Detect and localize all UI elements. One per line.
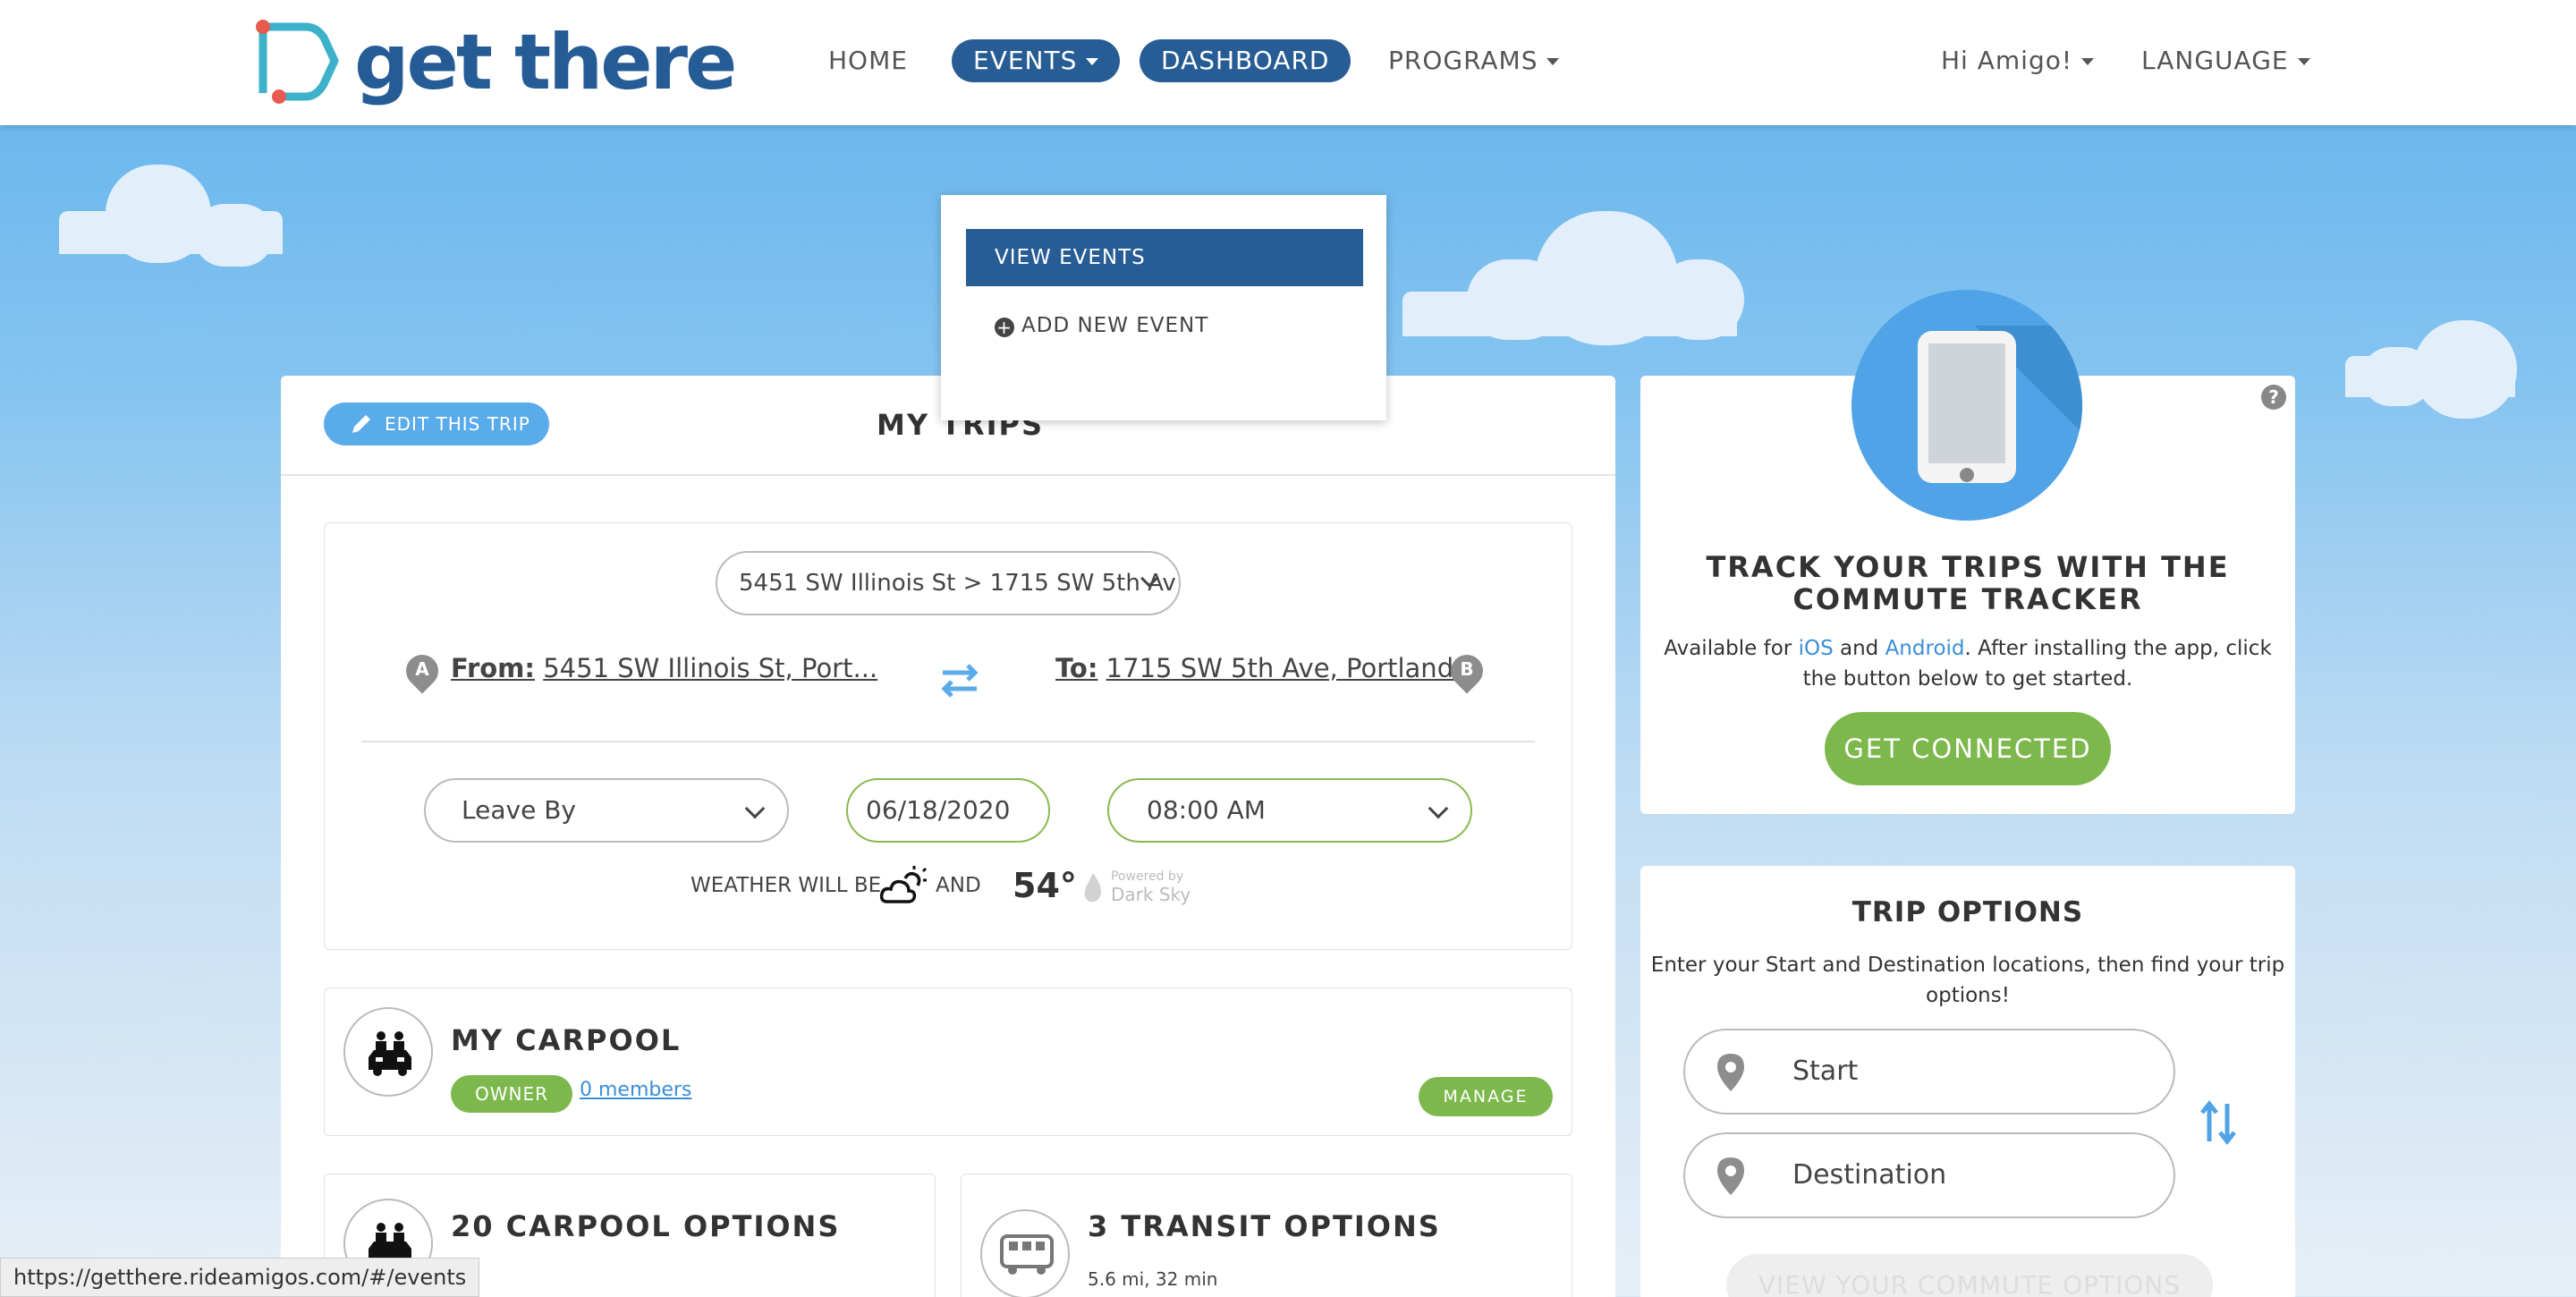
status-bar-url: https://getthere.rideamigos.com/#/events [0, 1258, 480, 1297]
view-commute-options-button[interactable]: VIEW YOUR COMMUTE OPTIONS [1726, 1254, 2213, 1297]
from-value: 5451 SW Illinois St, Port... [543, 653, 878, 683]
route-select-value: 5451 SW Illinois St > 1715 SW 5th Av [739, 570, 1176, 597]
edit-trip-label: EDIT THIS TRIP [385, 413, 530, 435]
swap-arrows-icon[interactable] [936, 657, 984, 705]
tracker-title: TRACK YOUR TRIPS WITH THE COMMUTE TRACKE… [1640, 551, 2295, 615]
dark-sky-logo-icon [1084, 873, 1101, 903]
ios-link[interactable]: iOS [1799, 637, 1834, 660]
time-select[interactable]: 08:00 AM [1107, 778, 1472, 843]
bus-icon [980, 1209, 1070, 1297]
location-pin-icon [1717, 1157, 1744, 1195]
location-pin-icon [1717, 1054, 1744, 1091]
get-connected-button[interactable]: GET CONNECTED [1825, 712, 2111, 785]
events-dropdown: VIEW EVENTS + ADD NEW EVENT [941, 195, 1386, 420]
chevron-down-icon [1428, 798, 1449, 819]
tracker-title-line1: TRACK YOUR TRIPS WITH THE [1706, 550, 2230, 584]
from-label: From: [451, 653, 535, 683]
caret-down-icon [1086, 58, 1099, 65]
destination-placeholder: Destination [1792, 1159, 1947, 1191]
partly-cloudy-icon [879, 866, 928, 903]
add-new-event-label: ADD NEW EVENT [1021, 314, 1209, 337]
pin-b-icon: B [1444, 648, 1490, 698]
nav-language[interactable]: LANGUAGE [2141, 39, 2310, 82]
nav-user-menu[interactable]: Hi Amigo! [1941, 39, 2095, 82]
menu-view-events[interactable]: VIEW EVENTS [966, 229, 1363, 286]
carpool-options-title: 20 CARPOOL OPTIONS [451, 1209, 841, 1243]
route-select[interactable]: 5451 SW Illinois St > 1715 SW 5th Av [716, 551, 1181, 615]
nav-events[interactable]: EVENTS [952, 39, 1121, 82]
my-carpool-title: MY CARPOOL [451, 1023, 682, 1057]
trip-options-title: TRIP OPTIONS [1852, 896, 2084, 928]
start-placeholder: Start [1792, 1055, 1859, 1087]
divider [281, 474, 1615, 476]
start-input[interactable]: Start [1683, 1029, 2175, 1115]
carpool-icon [343, 1007, 433, 1097]
nav-programs-label: PROGRAMS [1388, 46, 1538, 75]
nav-events-label: EVENTS [973, 46, 1078, 75]
tracker-description: Available for iOS and Android. After ins… [1664, 637, 2272, 691]
caret-down-icon [1546, 58, 1560, 65]
pin-a-icon: A [399, 648, 445, 698]
owner-badge: OWNER [451, 1075, 572, 1113]
manage-button[interactable]: MANAGE [1419, 1077, 1553, 1116]
powered-by: Powered by [1111, 869, 1184, 884]
android-link[interactable]: Android [1885, 637, 1965, 660]
edit-trip-button[interactable]: EDIT THIS TRIP [324, 403, 549, 445]
to-location[interactable]: To: 1715 SW 5th Ave, Portland... [1055, 653, 1479, 683]
destination-input[interactable]: Destination [1683, 1132, 2175, 1218]
swap-vertical-icon[interactable] [2197, 1098, 2240, 1147]
weather-prefix: WEATHER WILL BE [691, 874, 882, 897]
nav-language-label: LANGUAGE [2141, 46, 2289, 75]
divider [361, 741, 1535, 742]
brand-logo[interactable]: get there [252, 18, 737, 107]
nav-programs[interactable]: PROGRAMS [1388, 39, 1560, 82]
logo-text: get there [354, 18, 737, 107]
nav-dashboard[interactable]: DASHBOARD [1140, 39, 1352, 82]
leave-by-value: Leave By [462, 795, 576, 825]
temperature: 54° [1013, 866, 1077, 905]
pencil-icon [352, 415, 370, 433]
logo-mark-icon [256, 20, 339, 104]
help-icon[interactable]: ? [2261, 385, 2286, 410]
transit-options-title: 3 TRANSIT OPTIONS [1088, 1209, 1441, 1243]
nav-greeting: Hi Amigo! [1941, 46, 2073, 75]
my-carpool-panel [324, 988, 1572, 1136]
plus-circle-icon: + [995, 318, 1014, 337]
chevron-down-icon [744, 798, 766, 819]
menu-add-new-event[interactable]: + ADD NEW EVENT [966, 297, 1363, 354]
dark-sky-label: Dark Sky [1111, 884, 1191, 905]
date-input[interactable]: 06/18/2020 [846, 778, 1050, 843]
top-navbar: get there HOME EVENTS DASHBOARD PROGRAMS… [0, 0, 2576, 125]
transit-detail: 5.6 mi, 32 min [1088, 1268, 1218, 1290]
to-value: 1715 SW 5th Ave, Portland... [1106, 653, 1479, 683]
weather-and: AND [936, 874, 981, 897]
nav-home[interactable]: HOME [828, 39, 908, 82]
to-label: To: [1055, 653, 1098, 683]
tracker-title-line2: COMMUTE TRACKER [1792, 582, 2143, 616]
trip-options-description: Enter your Start and Destination locatio… [1650, 954, 2285, 1007]
from-location[interactable]: From: 5451 SW Illinois St, Port... [451, 653, 877, 683]
caret-down-icon [2297, 58, 2310, 65]
phone-icon [1852, 290, 2082, 521]
time-value: 08:00 AM [1147, 795, 1266, 825]
leave-by-select[interactable]: Leave By [424, 778, 789, 843]
caret-down-icon [2081, 58, 2095, 65]
members-link[interactable]: 0 members [580, 1079, 691, 1101]
